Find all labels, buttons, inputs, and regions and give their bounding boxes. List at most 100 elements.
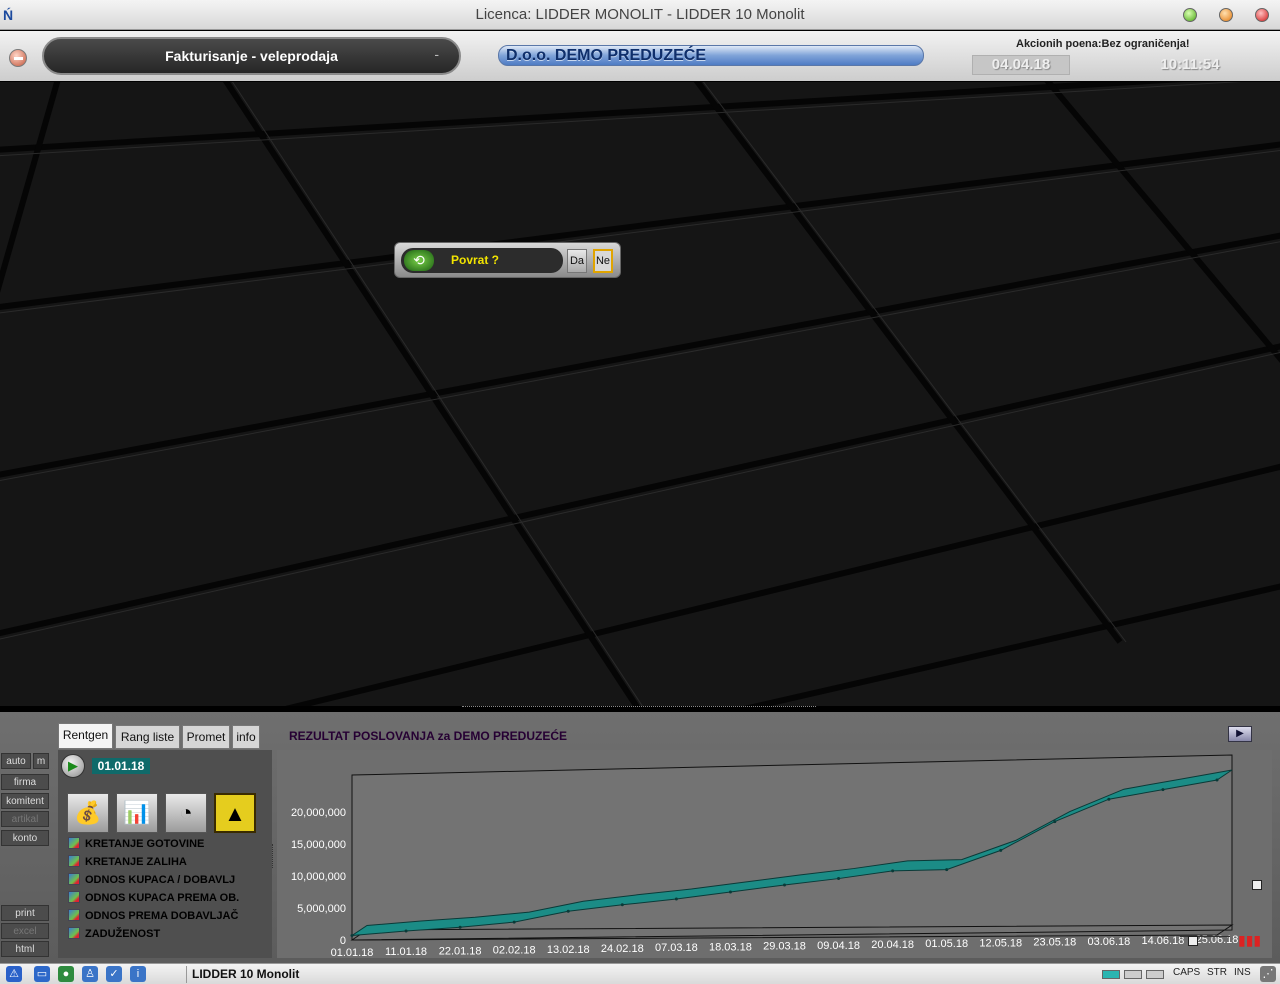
result-title: REZULTAT POSLOVANJA za DEMO PREDUZEĆE bbox=[289, 729, 568, 743]
module-label: Fakturisanje - veleprodaja bbox=[165, 48, 338, 64]
result-chart: 0 5,000,000 10,000,000 15,000,000 20,000,000… bbox=[291, 754, 1238, 959]
report-icon bbox=[68, 873, 80, 885]
report-icon bbox=[68, 837, 80, 849]
data-point bbox=[404, 929, 408, 933]
x-tick-label: 29.03.18 bbox=[763, 941, 806, 953]
module-dash: - bbox=[434, 46, 439, 62]
info-icon[interactable]: i bbox=[130, 966, 146, 982]
x-tick-label: 12.05.18 bbox=[979, 937, 1022, 949]
resize-grip-icon[interactable]: ⋰ bbox=[1260, 966, 1276, 982]
data-point bbox=[1107, 797, 1111, 801]
data-point bbox=[728, 890, 732, 894]
play-icon[interactable]: ▶ bbox=[61, 754, 85, 778]
app-header: Fakturisanje - veleprodaja - D.o.o. DEMO… bbox=[0, 31, 1280, 81]
check-icon[interactable]: ✓ bbox=[106, 966, 122, 982]
data-point bbox=[837, 877, 841, 881]
refresh-icon: ⟲ bbox=[404, 250, 434, 271]
list-item[interactable]: ODNOS PREMA DOBAVLJAČ bbox=[68, 908, 262, 924]
caps-indicator: CAPS bbox=[1173, 967, 1201, 978]
report-icon bbox=[68, 891, 80, 903]
data-point bbox=[674, 897, 678, 901]
panel-resize-grip[interactable] bbox=[462, 706, 816, 710]
start-date[interactable]: 01.01.18 bbox=[92, 758, 150, 774]
title-bar: Ń Licenca: LIDDER MONOLIT - LIDDER 10 Mo… bbox=[0, 0, 1280, 30]
indicator-2 bbox=[1124, 970, 1142, 979]
area-chart-icon[interactable]: ▲ bbox=[214, 793, 256, 833]
window-title: Licenca: LIDDER MONOLIT - LIDDER 10 Mono… bbox=[475, 6, 805, 23]
report-icon bbox=[68, 909, 80, 921]
close-button[interactable] bbox=[1255, 8, 1269, 22]
report-icon bbox=[68, 927, 80, 939]
x-tick-label: 22.01.18 bbox=[439, 945, 482, 957]
m-button[interactable]: m bbox=[33, 753, 49, 769]
promo-points: Akcionih poena:Bez ograničenja! bbox=[1016, 38, 1190, 50]
x-tick-label: 14.06.18 bbox=[1142, 935, 1185, 947]
x-tick-label: 02.02.18 bbox=[493, 945, 536, 957]
background-grid-graphic bbox=[0, 82, 1280, 706]
cash-report-icon[interactable]: 💰 bbox=[67, 793, 109, 833]
list-item[interactable]: ZADUŽENOST bbox=[68, 926, 262, 942]
x-tick-label: 11.01.18 bbox=[385, 946, 427, 958]
no-button[interactable]: Ne bbox=[593, 249, 613, 273]
data-point bbox=[566, 909, 570, 913]
current-time: 10:11:54 bbox=[1160, 56, 1220, 73]
tree-icon[interactable]: ⚠ bbox=[6, 966, 22, 982]
povrat-dialog: ⟲ Povrat ? Da Ne bbox=[394, 242, 621, 278]
data-point bbox=[999, 848, 1003, 852]
bottom-panel: auto m firma komitent artikal konto prin… bbox=[0, 712, 1280, 963]
zoom-slider-knob[interactable] bbox=[1188, 936, 1198, 946]
y-tick-label: 20,000,000 bbox=[291, 807, 346, 819]
window-icon[interactable]: ▭ bbox=[34, 966, 50, 982]
excel-button[interactable]: excel bbox=[1, 923, 49, 939]
minimize-button[interactable] bbox=[1183, 8, 1197, 22]
chart-type-icon[interactable]: ▮▮▮ bbox=[1238, 932, 1261, 948]
company-name[interactable]: D.o.o. DEMO PREDUZEĆE bbox=[498, 45, 924, 66]
module-selector[interactable]: Fakturisanje - veleprodaja - bbox=[42, 37, 461, 75]
pie-chart-icon[interactable]: ◔ bbox=[165, 793, 207, 833]
list-item[interactable]: ODNOS KUPACA / DOBAVLJ bbox=[68, 872, 262, 888]
pane-splitter[interactable] bbox=[272, 844, 276, 868]
globe-icon[interactable]: ● bbox=[58, 966, 74, 982]
dialog-question: Povrat ? bbox=[451, 253, 500, 267]
data-point bbox=[945, 868, 949, 872]
data-point bbox=[1161, 788, 1165, 792]
tab-rang-liste[interactable]: Rang liste bbox=[115, 725, 180, 749]
data-point bbox=[620, 903, 624, 907]
html-button[interactable]: html bbox=[1, 941, 49, 957]
vertical-zoom-handle[interactable] bbox=[1252, 880, 1262, 890]
bar-chart-icon[interactable]: 📊 bbox=[116, 793, 158, 833]
print-button[interactable]: print bbox=[1, 905, 49, 921]
y-tick-label: 10,000,000 bbox=[291, 871, 346, 883]
x-tick-label: 07.03.18 bbox=[655, 942, 698, 954]
y-tick-label: 0 bbox=[340, 935, 346, 947]
str-indicator: STR bbox=[1207, 967, 1227, 978]
maximize-button[interactable] bbox=[1219, 8, 1233, 22]
list-item[interactable]: ODNOS KUPACA PREMA OB. bbox=[68, 890, 262, 906]
tab-rentgen[interactable]: Rentgen bbox=[58, 723, 113, 749]
tab-promet[interactable]: Promet bbox=[182, 725, 230, 749]
data-point bbox=[350, 934, 354, 938]
list-item[interactable]: KRETANJE ZALIHA bbox=[68, 854, 262, 870]
data-point bbox=[891, 869, 895, 873]
konto-button[interactable]: konto bbox=[1, 830, 49, 846]
workspace-background: ⟲ Povrat ? Da Ne bbox=[0, 82, 1280, 706]
komitent-button[interactable]: komitent bbox=[1, 793, 49, 809]
monitor-icon[interactable]: ▶ bbox=[1228, 726, 1252, 742]
user-icon[interactable]: ♙ bbox=[82, 966, 98, 982]
dialog-body: ⟲ Povrat ? bbox=[401, 248, 563, 273]
x-tick-label: 18.03.18 bbox=[709, 941, 752, 953]
firma-button[interactable]: firma bbox=[1, 774, 49, 790]
exit-orb-icon[interactable] bbox=[9, 49, 27, 67]
yes-button[interactable]: Da bbox=[567, 249, 587, 273]
data-point bbox=[512, 920, 516, 924]
data-point bbox=[1215, 778, 1219, 782]
x-tick-label: 01.01.18 bbox=[331, 947, 374, 958]
tab-info[interactable]: info bbox=[232, 725, 260, 749]
artikal-button[interactable]: artikal bbox=[1, 811, 49, 827]
current-date[interactable]: 04.04.18 bbox=[972, 55, 1070, 75]
indicator-1 bbox=[1102, 970, 1120, 979]
auto-button[interactable]: auto bbox=[1, 753, 31, 769]
list-item[interactable]: KRETANJE GOTOVINE bbox=[68, 836, 262, 852]
indicator-3 bbox=[1146, 970, 1164, 979]
status-separator bbox=[186, 966, 187, 983]
